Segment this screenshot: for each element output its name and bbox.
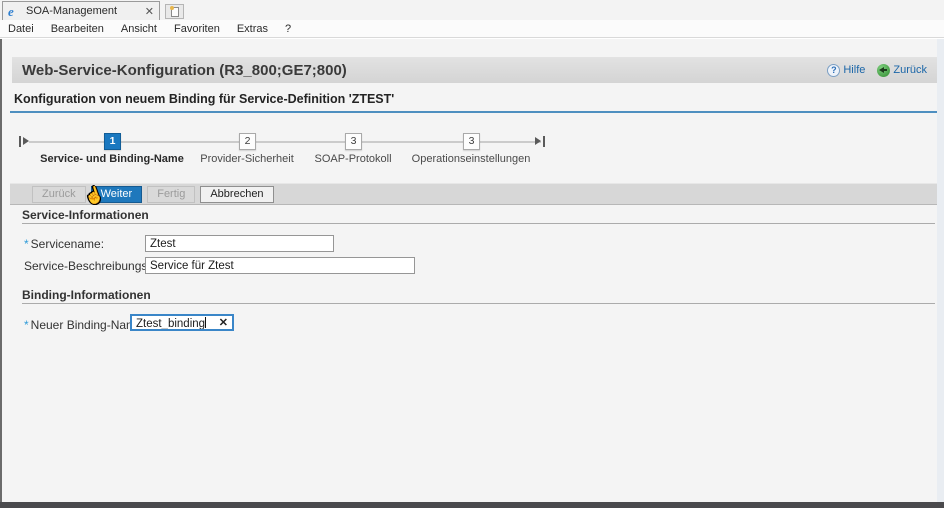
menu-hilfe[interactable]: ? (285, 23, 291, 35)
wizard-step-4-label: Operationseinstellungen (412, 153, 531, 165)
browser-window: e SOA-Management ✕ Datei Bearbeiten Ansi… (0, 0, 944, 508)
wizard-step-2-label: Provider-Sicherheit (200, 153, 294, 165)
menu-extras[interactable]: Extras (237, 23, 268, 35)
menu-favoriten[interactable]: Favoriten (174, 23, 220, 35)
next-button[interactable]: Weiter (91, 186, 143, 203)
wizard-step-1-label: Service- und Binding-Name (40, 153, 184, 165)
menu-bar: Datei Bearbeiten Ansicht Favoriten Extra… (0, 20, 944, 38)
back-link-label: Zurück (893, 64, 927, 76)
new-tab-icon (171, 7, 179, 17)
page-header: Web-Service-Konfiguration (R3_800;GE7;80… (12, 57, 937, 83)
text-caret (205, 317, 206, 328)
wizard-step-3-label: SOAP-Protokoll (314, 153, 391, 165)
roadmap-start-icon (19, 136, 21, 147)
help-icon: ? (827, 64, 840, 77)
tab-title: SOA-Management (26, 5, 141, 17)
help-link-label: Hilfe (843, 64, 865, 76)
menu-datei[interactable]: Datei (8, 23, 34, 35)
service-name-label: *Servicename: (24, 237, 104, 251)
back-link[interactable]: Zurück (877, 64, 927, 77)
ie-logo-icon: e (8, 5, 21, 18)
tab-close-icon[interactable]: ✕ (145, 5, 154, 18)
wizard-step-3[interactable]: 3 (345, 133, 362, 150)
binding-section-title: Binding-Informationen (22, 288, 151, 302)
required-marker: * (24, 237, 29, 251)
back-icon (877, 64, 890, 77)
service-description-input[interactable]: Service für Ztest (145, 257, 415, 274)
browser-tab[interactable]: e SOA-Management ✕ (2, 1, 160, 20)
menu-bearbeiten[interactable]: Bearbeiten (51, 23, 104, 35)
window-bottom-edge (0, 502, 944, 508)
finish-button[interactable]: Fertig (147, 186, 195, 203)
divider (22, 303, 935, 304)
wizard-subtitle: Konfiguration von neuem Binding für Serv… (14, 92, 394, 106)
back-button[interactable]: Zurück (32, 186, 86, 203)
scrollbar-gutter (937, 39, 944, 502)
help-link[interactable]: ? Hilfe (827, 64, 865, 77)
cancel-button[interactable]: Abbrechen (200, 186, 273, 203)
service-name-input[interactable]: Ztest (145, 235, 334, 252)
menu-ansicht[interactable]: Ansicht (121, 23, 157, 35)
binding-name-input[interactable]: Ztest_binding ✕ (130, 314, 234, 331)
clear-input-icon[interactable]: ✕ (219, 317, 228, 330)
wizard-roadmap: 1 2 3 3 Service- und Binding-Name Provid… (2, 125, 944, 170)
divider (10, 111, 937, 113)
new-tab-button[interactable] (165, 4, 184, 19)
wizard-toolbar: Zurück Weiter Fertig Abbrechen (10, 183, 937, 205)
binding-name-label: *Neuer Binding-Name: (24, 318, 146, 332)
wizard-step-2[interactable]: 2 (239, 133, 256, 150)
wizard-step-4[interactable]: 3 (463, 133, 480, 150)
page-content: Web-Service-Konfiguration (R3_800;GE7;80… (0, 39, 944, 502)
divider (22, 223, 935, 224)
roadmap-end-icon (543, 136, 545, 147)
service-section-title: Service-Informationen (22, 208, 149, 222)
tab-strip: e SOA-Management ✕ (0, 0, 944, 20)
page-title: Web-Service-Konfiguration (R3_800;GE7;80… (12, 62, 827, 79)
wizard-step-1[interactable]: 1 (104, 133, 121, 150)
required-marker: * (24, 318, 29, 332)
